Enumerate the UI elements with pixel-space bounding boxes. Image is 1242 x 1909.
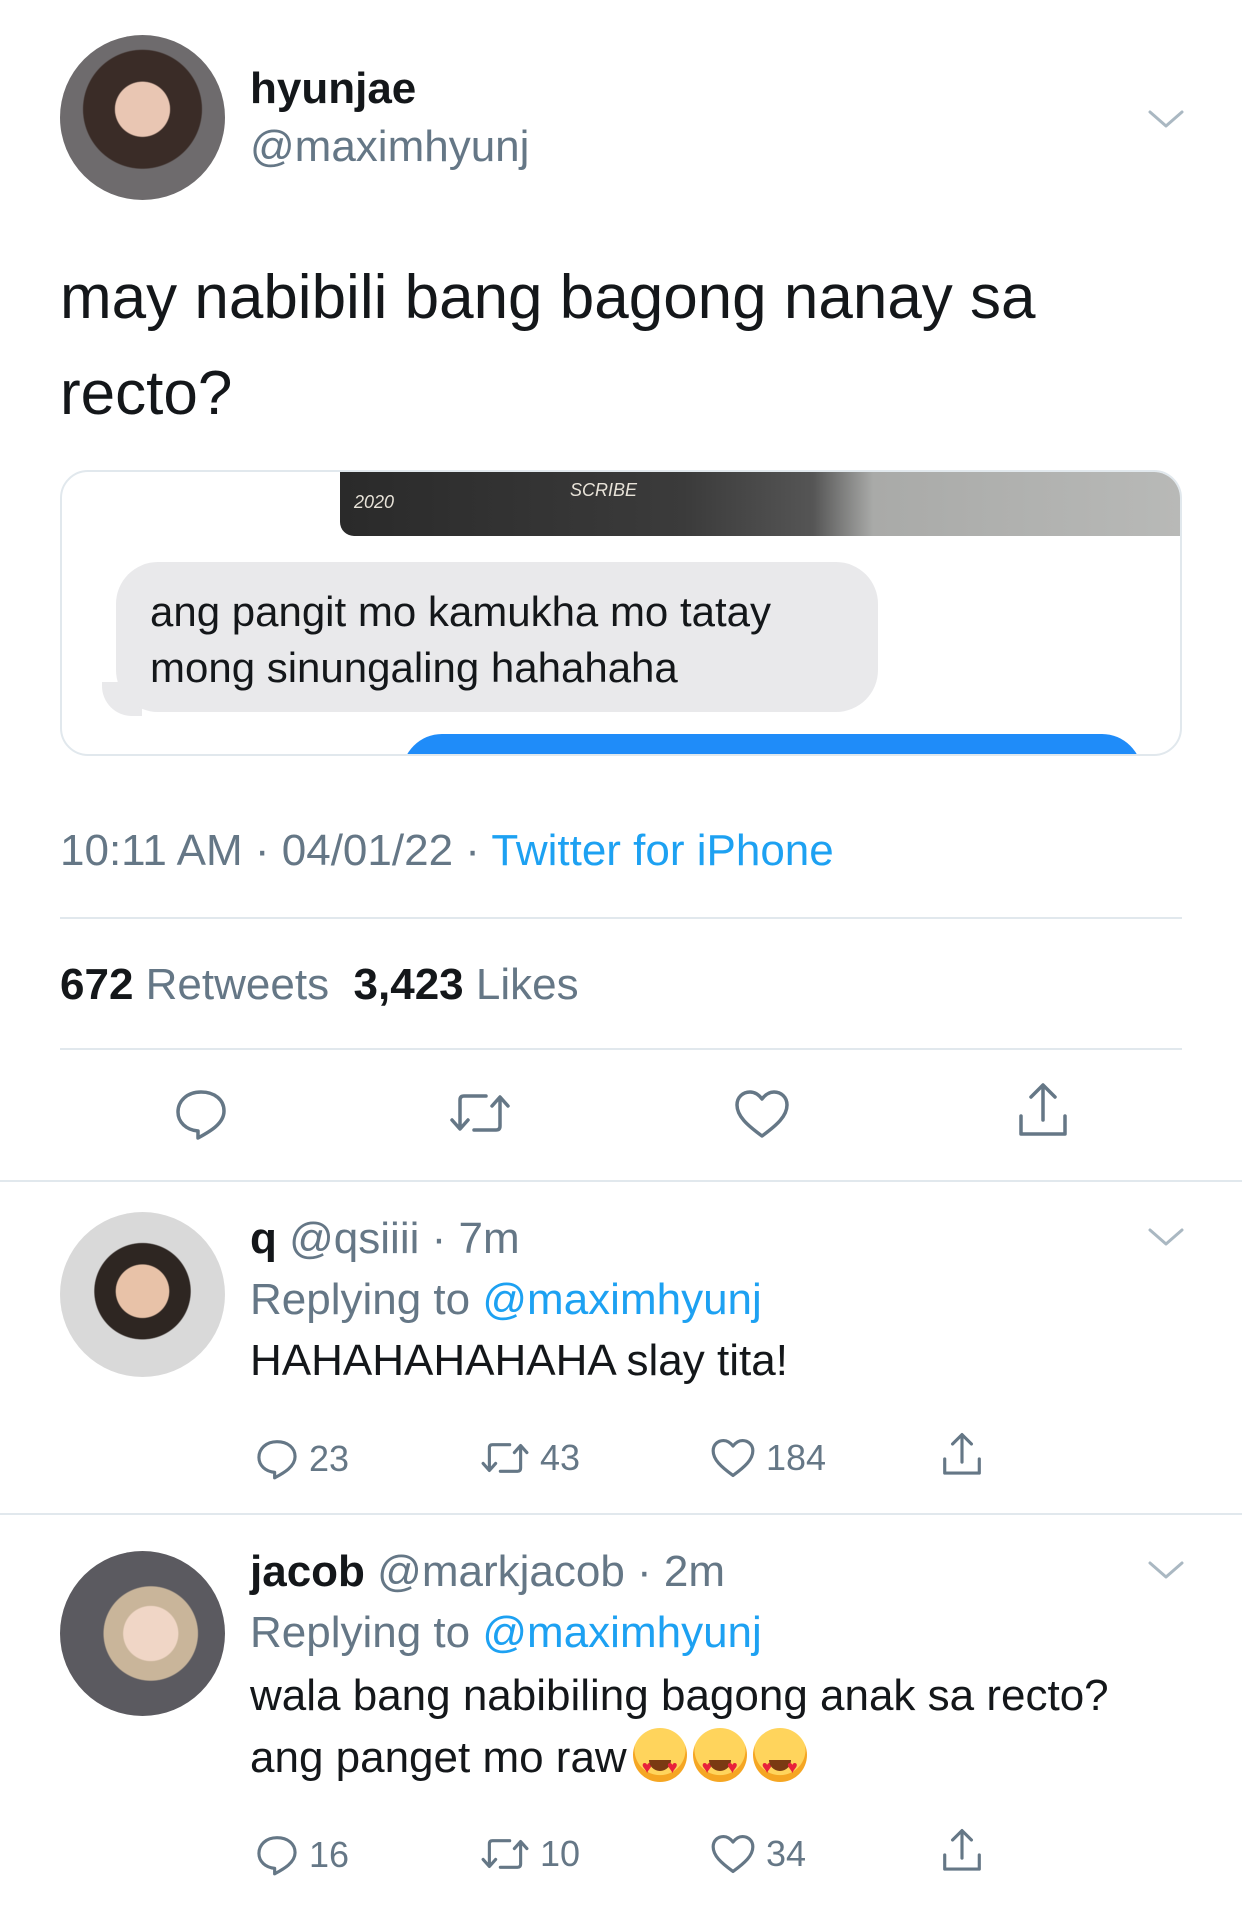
tweet-source-link[interactable]: Twitter for iPhone [491, 826, 833, 875]
like-icon [711, 1438, 755, 1478]
reply-handle[interactable]: @markjacob [377, 1547, 625, 1596]
avatar[interactable] [60, 1212, 225, 1377]
reply-button[interactable]: 23 [255, 1437, 349, 1481]
reply-time: 2m [663, 1547, 726, 1596]
retweet-icon [481, 1443, 529, 1473]
photo-preview: 2020 SCRIBE [340, 472, 1180, 536]
replying-to: Replying to @maximhyunj [250, 1608, 762, 1658]
reply-tweet[interactable]: jacob @markjacob · 2m Replying to @maxim… [0, 1515, 1242, 1909]
heart-eyes-emoji [692, 1728, 747, 1798]
chevron-down-icon[interactable] [1146, 107, 1186, 131]
like-button[interactable]: 184 [710, 1437, 826, 1479]
photo-text: 2020 [354, 492, 395, 512]
share-icon [943, 1433, 981, 1475]
heart-eyes-emoji [632, 1728, 687, 1798]
replying-to-mention[interactable]: @maximhyunj [482, 1608, 761, 1657]
retweet-button[interactable]: 10 [480, 1833, 580, 1875]
retweets-label: Retweets [145, 960, 330, 1009]
author-handle[interactable]: @maximhyunj [250, 122, 529, 172]
like-icon[interactable] [733, 1088, 791, 1140]
separator-dot: · [624, 1547, 664, 1596]
reply-display-name[interactable]: q [250, 1214, 277, 1263]
reply-handle[interactable]: @qsiiii [289, 1214, 419, 1263]
retweet-button[interactable]: 43 [480, 1437, 580, 1479]
retweet-icon[interactable] [448, 1088, 512, 1138]
tweet-detail-page: hyunjae @maximhyunj may nabibili bang ba… [0, 0, 1242, 1909]
share-icon [943, 1829, 981, 1871]
reply-icon [257, 1440, 297, 1480]
heart-eyes-emoji [752, 1728, 807, 1798]
avatar[interactable] [60, 1551, 225, 1716]
like-button[interactable]: 34 [710, 1833, 806, 1875]
tweet-date: 04/01/22 [281, 826, 454, 875]
reply-text: HAHAHAHAHAHA slay tita! [250, 1336, 788, 1385]
reply-text: wala bang nabibiling bagong anak sa rect… [250, 1665, 1150, 1798]
tweet-timestamp: 10:11 AM · 04/01/22 · Twitter for iPhone [60, 826, 834, 876]
separator-dot: · [254, 826, 282, 875]
photo-text: SCRIBE [570, 480, 638, 500]
share-button[interactable] [940, 1828, 984, 1874]
author-display-name[interactable]: hyunjae [250, 64, 416, 114]
divider [60, 1048, 1182, 1050]
reply-count: 16 [309, 1834, 350, 1875]
replying-to-mention[interactable]: @maximhyunj [482, 1275, 761, 1324]
retweet-icon [481, 1839, 529, 1869]
reply-header: q @qsiiii · 7m [250, 1214, 520, 1264]
reply-icon [257, 1836, 297, 1876]
reply-display-name[interactable]: jacob [250, 1547, 365, 1596]
tweet-media-image[interactable]: 2020 SCRIBE ang pangit mo kamukha mo tat… [60, 470, 1182, 756]
replying-to-label: Replying to [250, 1275, 471, 1324]
reply-header: jacob @markjacob · 2m [250, 1547, 725, 1597]
retweet-count: 10 [540, 1833, 581, 1874]
main-tweet: hyunjae @maximhyunj may nabibili bang ba… [0, 0, 1242, 1182]
tweet-time: 10:11 AM [60, 826, 243, 875]
likes-count: 3,423 [353, 960, 464, 1009]
tweet-text: may nabibili bang bagong nanay sa recto? [60, 263, 1036, 428]
likes-label: Likes [475, 960, 579, 1009]
like-count: 184 [766, 1437, 827, 1478]
outgoing-message-bubble [402, 734, 1142, 754]
share-icon[interactable] [1015, 1082, 1071, 1140]
like-count: 34 [766, 1833, 807, 1874]
separator-dot: · [465, 826, 492, 875]
replying-to: Replying to @maximhyunj [250, 1275, 762, 1325]
incoming-message-bubble: ang pangit mo kamukha mo tatay mong sinu… [116, 562, 878, 712]
engagement-stats: 672 Retweets 3,423 Likes [60, 960, 579, 1010]
avatar[interactable] [60, 35, 225, 200]
reply-time: 7m [458, 1214, 520, 1263]
separator-dot: · [419, 1214, 459, 1263]
reply-count: 23 [309, 1438, 350, 1479]
share-button[interactable] [940, 1432, 984, 1478]
like-icon [711, 1834, 755, 1874]
chevron-down-icon[interactable] [1146, 1558, 1186, 1582]
divider [60, 917, 1182, 919]
retweets-stat[interactable]: 672 Retweets [60, 960, 329, 1009]
replying-to-label: Replying to [250, 1608, 471, 1657]
reply-icon[interactable] [173, 1086, 229, 1142]
reply-tweet[interactable]: q @qsiiii · 7m Replying to @maximhyunj H… [0, 1182, 1242, 1512]
reply-button[interactable]: 16 [255, 1833, 349, 1877]
retweets-count: 672 [60, 960, 134, 1009]
chevron-down-icon[interactable] [1146, 1225, 1186, 1249]
retweet-count: 43 [540, 1437, 581, 1478]
likes-stat[interactable]: 3,423 Likes [354, 960, 579, 1009]
